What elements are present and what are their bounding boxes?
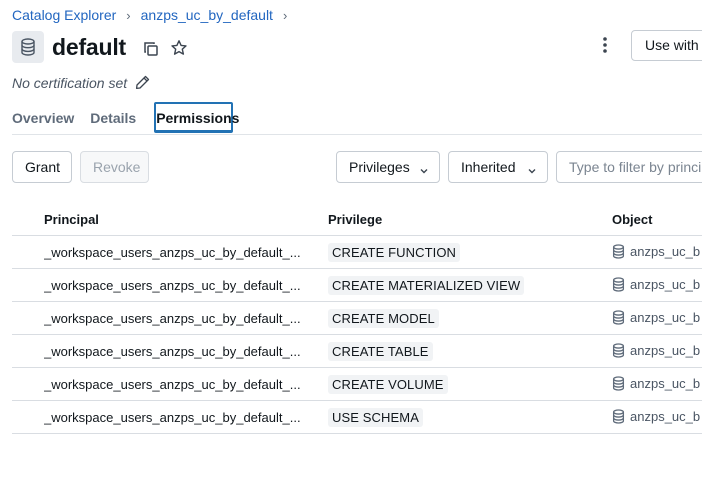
database-schema-icon [612,244,625,259]
privilege-tag: USE SCHEMA [328,408,423,427]
privilege-tag: CREATE MATERIALIZED VIEW [328,276,525,295]
object-name: anzps_uc_b [630,310,701,325]
privilege-tag: CREATE TABLE [328,342,433,361]
column-header-object[interactable]: Object [612,212,652,227]
use-with-button[interactable]: Use with I [631,30,702,61]
tab-permissions[interactable]: Permissions [154,102,239,133]
object-name: anzps_uc_b [630,343,701,358]
tab-details[interactable]: Details [90,102,136,134]
inherited-dropdown-label: Inherited [461,159,516,175]
object-cell[interactable]: anzps_uc_b [612,277,700,292]
catalog-explorer-page: Catalog Explorer › anzps_uc_by_default ›… [0,0,702,480]
table-row[interactable]: _workspace_users_anzps_uc_by_default_...… [12,368,702,401]
principal-cell: _workspace_users_anzps_uc_by_default_... [44,278,301,293]
privilege-cell: CREATE VOLUME [328,375,448,394]
tabs-divider [12,134,702,135]
table-header: Principal Privilege Object [12,203,702,236]
database-schema-icon [612,376,625,391]
breadcrumb-separator-icon: › [282,7,288,23]
principal-cell: _workspace_users_anzps_uc_by_default_... [44,311,301,326]
privilege-cell: CREATE FUNCTION [328,243,461,262]
table-body: _workspace_users_anzps_uc_by_default_...… [12,236,702,434]
principal-cell: _workspace_users_anzps_uc_by_default_... [44,410,301,425]
object-cell[interactable]: anzps_uc_b [612,409,700,424]
table-row[interactable]: _workspace_users_anzps_uc_by_default_...… [12,302,702,335]
grant-button[interactable]: Grant [12,151,72,183]
breadcrumb-catalog-explorer[interactable]: Catalog Explorer [12,7,116,23]
privileges-dropdown-label: Privileges [349,159,410,175]
object-cell[interactable]: anzps_uc_b [612,310,700,325]
chevron-down-icon [419,163,429,179]
page-title: default [52,33,126,60]
database-schema-icon [612,277,625,292]
privilege-cell: CREATE MODEL [328,309,439,328]
database-schema-icon [612,343,625,358]
page-header: default [12,31,188,63]
privilege-tag: CREATE FUNCTION [328,243,461,262]
pencil-icon[interactable] [135,75,150,90]
privileges-dropdown[interactable]: Privileges [336,151,440,183]
tab-bar: Overview Details Permissions [12,102,249,134]
object-cell[interactable]: anzps_uc_b [612,244,700,259]
breadcrumb: Catalog Explorer › anzps_uc_by_default › [12,7,297,23]
object-name: anzps_uc_b [630,277,701,292]
database-schema-icon [612,310,625,325]
object-name: anzps_uc_b [630,409,701,424]
table-row[interactable]: _workspace_users_anzps_uc_by_default_...… [12,401,702,434]
privilege-cell: USE SCHEMA [328,408,423,427]
database-schema-icon [12,31,44,63]
breadcrumb-catalog[interactable]: anzps_uc_by_default [141,7,273,23]
database-schema-icon [612,409,625,424]
principal-cell: _workspace_users_anzps_uc_by_default_... [44,377,301,392]
principal-filter-input[interactable] [556,151,702,183]
table-row[interactable]: _workspace_users_anzps_uc_by_default_...… [12,335,702,368]
privilege-cell: CREATE MATERIALIZED VIEW [328,276,525,295]
principal-cell: _workspace_users_anzps_uc_by_default_... [44,344,301,359]
table-row[interactable]: _workspace_users_anzps_uc_by_default_...… [12,269,702,302]
more-options-icon[interactable] [596,34,614,56]
privilege-cell: CREATE TABLE [328,342,433,361]
object-cell[interactable]: anzps_uc_b [612,376,700,391]
star-icon[interactable] [170,39,188,57]
privilege-tag: CREATE MODEL [328,309,439,328]
copy-icon[interactable] [143,41,159,57]
inherited-dropdown[interactable]: Inherited [448,151,548,183]
object-cell[interactable]: anzps_uc_b [612,343,700,358]
chevron-down-icon [527,163,537,179]
principal-cell: _workspace_users_anzps_uc_by_default_... [44,245,301,260]
column-header-privilege[interactable]: Privilege [328,212,382,227]
table-row[interactable]: _workspace_users_anzps_uc_by_default_...… [12,236,702,269]
column-header-principal[interactable]: Principal [44,212,99,227]
object-name: anzps_uc_b [630,376,701,391]
certification-text: No certification set [12,75,128,91]
certification-status: No certification set [12,75,150,91]
object-name: anzps_uc_b [630,244,701,259]
privilege-tag: CREATE VOLUME [328,375,448,394]
breadcrumb-separator-icon: › [126,7,131,23]
revoke-button[interactable]: Revoke [80,151,149,183]
tab-overview[interactable]: Overview [12,102,74,134]
permissions-table: Principal Privilege Object _workspace_us… [12,203,702,434]
